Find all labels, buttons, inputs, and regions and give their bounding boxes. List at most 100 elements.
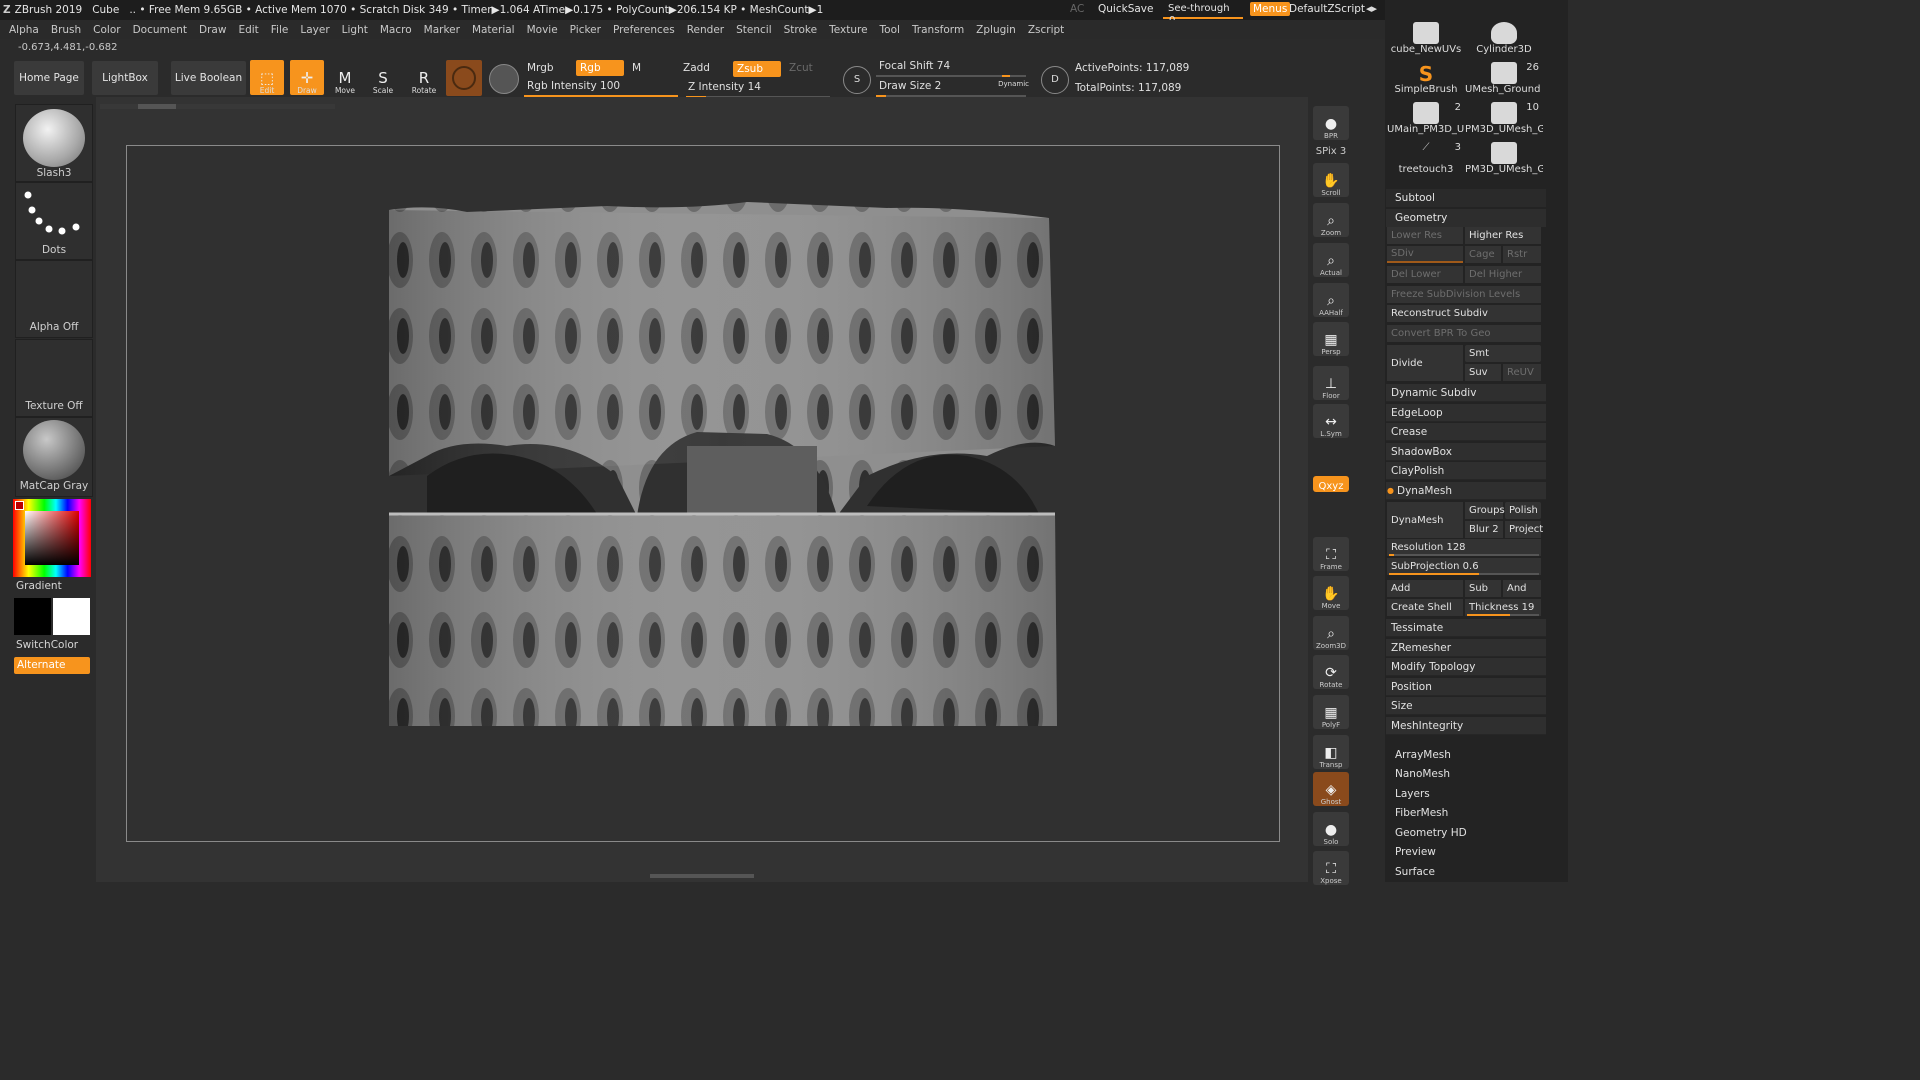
rgb-intensity-slider[interactable]: Rgb Intensity 100 — [524, 80, 680, 97]
menu-marker[interactable]: Marker — [424, 24, 460, 36]
freeze-subdivision-button[interactable]: Freeze SubDivision Levels — [1387, 286, 1541, 303]
z-intensity-slider[interactable]: Z Intensity 14 — [686, 81, 832, 98]
menu-alpha[interactable]: Alpha — [9, 24, 39, 36]
shadowbox-section[interactable]: ShadowBox — [1386, 443, 1546, 461]
tool-thumbnail[interactable]: S SimpleBrush — [1387, 62, 1465, 100]
geometry-hd-section[interactable]: Geometry HD — [1395, 827, 1467, 839]
stroke-selector[interactable]: Dots — [15, 182, 93, 260]
menu-tool[interactable]: Tool — [880, 24, 900, 36]
reuv-toggle[interactable]: ReUV — [1503, 364, 1541, 381]
add-button[interactable]: Add — [1387, 580, 1463, 597]
switchcolor-button[interactable]: SwitchColor — [16, 639, 78, 651]
brush-selector[interactable]: Slash3 — [15, 104, 93, 182]
nanomesh-section[interactable]: NanoMesh — [1395, 768, 1450, 780]
project-toggle[interactable]: Project — [1505, 521, 1543, 538]
sphere-brush-button[interactable] — [446, 60, 482, 96]
default-zscript-button[interactable]: DefaultZScript — [1289, 3, 1365, 15]
tool-thumbnail[interactable]: ⟋ treetouch3 3 — [1387, 142, 1465, 180]
scroll-button[interactable]: ✋ Scroll — [1313, 163, 1349, 197]
divide-button[interactable]: Divide — [1387, 345, 1463, 381]
rgb-button[interactable]: Rgb — [576, 60, 624, 76]
tool-thumbnail[interactable]: cube_NewUVs — [1387, 22, 1465, 60]
frame-button[interactable]: ⛶ Frame — [1313, 537, 1349, 571]
mrgb-button[interactable]: Mrgb — [527, 62, 554, 74]
alpha-selector[interactable]: Alpha Off — [15, 260, 93, 338]
menu-transform[interactable]: Transform — [912, 24, 964, 36]
meshintegrity-section[interactable]: MeshIntegrity — [1386, 717, 1546, 735]
zoom-button[interactable]: ⌕ Zoom — [1313, 203, 1349, 237]
color-picker[interactable] — [13, 499, 91, 577]
modify-topology-section[interactable]: Modify Topology — [1386, 658, 1546, 676]
xyz-button[interactable]: Qxyz — [1313, 476, 1349, 492]
tessimate-section[interactable]: Tessimate — [1386, 619, 1546, 637]
size-section[interactable]: Size — [1386, 697, 1546, 715]
dynamesh-section[interactable]: ● DynaMesh — [1386, 482, 1546, 500]
tool-thumbnail[interactable]: Cylinder3D — [1465, 22, 1543, 60]
menu-movie[interactable]: Movie — [527, 24, 558, 36]
menu-layer[interactable]: Layer — [300, 24, 329, 36]
menu-render[interactable]: Render — [687, 24, 724, 36]
zsub-button[interactable]: Zsub — [733, 61, 781, 77]
menu-brush[interactable]: Brush — [51, 24, 81, 36]
quicksave-button[interactable]: QuickSave — [1098, 3, 1153, 15]
crease-section[interactable]: Crease — [1386, 423, 1546, 441]
doc-scroll-thumb[interactable] — [138, 104, 176, 109]
menu-stencil[interactable]: Stencil — [736, 24, 772, 36]
dynamic-subdiv-section[interactable]: Dynamic Subdiv — [1386, 384, 1546, 402]
live-boolean-button[interactable]: Live Boolean — [171, 61, 246, 95]
edit-mode-button[interactable]: ⬚ Edit — [250, 60, 284, 95]
position-section[interactable]: Position — [1386, 678, 1546, 696]
draw-size-slider[interactable]: Draw Size 2 Dynamic — [876, 80, 1031, 97]
move-mode-button[interactable]: M Move — [330, 60, 360, 95]
groups-toggle[interactable]: Groups — [1465, 502, 1505, 519]
xpose-button[interactable]: ⛶ Xpose — [1313, 851, 1349, 885]
and-button[interactable]: And — [1503, 580, 1541, 597]
reconstruct-subdiv-button[interactable]: Reconstruct Subdiv — [1387, 305, 1541, 322]
material-selector[interactable]: MatCap Gray — [15, 417, 93, 497]
lower-res-button[interactable]: Lower Res — [1387, 227, 1463, 244]
thickness-slider[interactable]: Thickness 19 — [1465, 599, 1541, 616]
cage-button[interactable]: Cage — [1465, 246, 1501, 263]
menus-button[interactable]: Menus — [1250, 2, 1291, 16]
floor-button[interactable]: ⊥ Floor — [1313, 366, 1349, 400]
persp-button[interactable]: ▦ Persp — [1313, 322, 1349, 356]
menu-zscript[interactable]: Zscript — [1028, 24, 1064, 36]
subprojection-slider[interactable]: SubProjection 0.6 — [1387, 558, 1541, 575]
focal-shift-slider[interactable]: Focal Shift 74 — [876, 60, 1031, 77]
arraymesh-section[interactable]: ArrayMesh — [1395, 749, 1451, 761]
menu-document[interactable]: Document — [133, 24, 187, 36]
menu-file[interactable]: File — [271, 24, 289, 36]
lightbox-button[interactable]: LightBox — [92, 61, 158, 95]
edgeloop-section[interactable]: EdgeLoop — [1386, 404, 1546, 422]
color-square[interactable] — [25, 511, 79, 565]
menu-edit[interactable]: Edit — [238, 24, 258, 36]
actual-button[interactable]: ⌕ Actual — [1313, 243, 1349, 277]
dynamic-size-toggle[interactable]: Dynamic — [998, 80, 1029, 88]
m-button[interactable]: M — [632, 62, 641, 74]
move-view-button[interactable]: ✋ Move — [1313, 576, 1349, 610]
tool-thumbnail[interactable]: PM3D_UMesh_G — [1465, 142, 1543, 180]
gradient-label[interactable]: Gradient — [16, 580, 62, 592]
zremesher-section[interactable]: ZRemesher — [1386, 639, 1546, 657]
menu-zplugin[interactable]: Zplugin — [976, 24, 1016, 36]
menu-color[interactable]: Color — [93, 24, 120, 36]
zadd-button[interactable]: Zadd — [683, 62, 710, 74]
see-through-slider[interactable]: See-through 0 — [1163, 2, 1243, 26]
texture-selector[interactable]: Texture Off — [15, 339, 93, 417]
menu-material[interactable]: Material — [472, 24, 515, 36]
create-shell-button[interactable]: Create Shell — [1387, 599, 1463, 616]
geometry-header[interactable]: Geometry — [1386, 209, 1546, 227]
menu-texture[interactable]: Texture — [829, 24, 867, 36]
draw-mode-button[interactable]: ✛ Draw — [290, 60, 324, 95]
home-page-button[interactable]: Home Page — [14, 61, 84, 95]
menu-light[interactable]: Light — [342, 24, 368, 36]
del-higher-button[interactable]: Del Higher — [1465, 266, 1541, 283]
polyf-button[interactable]: ▦ PolyF — [1313, 695, 1349, 729]
tool-thumbnail[interactable]: PM3D_UMesh_G 10 — [1465, 102, 1543, 140]
doc-scrollbar[interactable] — [100, 104, 335, 109]
menu-preferences[interactable]: Preferences — [613, 24, 675, 36]
smt-toggle[interactable]: Smt — [1465, 345, 1541, 362]
solo-button[interactable]: ● Solo — [1313, 812, 1349, 846]
menu-picker[interactable]: Picker — [570, 24, 601, 36]
higher-res-button[interactable]: Higher Res — [1465, 227, 1541, 244]
